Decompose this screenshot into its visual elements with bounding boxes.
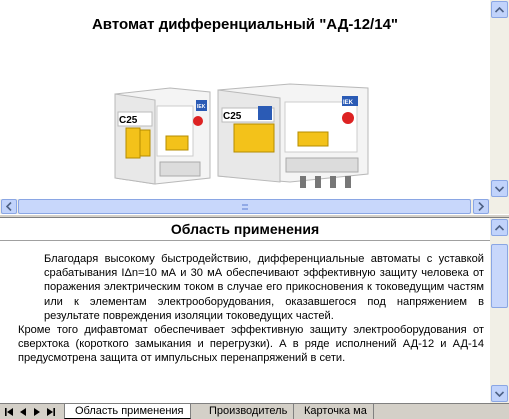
tab-product-card[interactable]: Карточка ма	[294, 404, 374, 419]
prev-tab-button[interactable]	[17, 405, 28, 418]
breaker-right-rating: C25	[223, 111, 242, 122]
scroll-corner	[490, 199, 509, 214]
top-content: Автомат дифференциальный "АД-12/14" C25 …	[0, 0, 490, 199]
breaker-left-rating: C25	[119, 115, 138, 126]
product-photo: C25 IEK C25 IEK	[114, 83, 369, 188]
chevron-up-icon	[495, 6, 504, 13]
sheet-tab-bar: Область применения Производитель Карточк…	[0, 403, 509, 419]
breaker-left: C25 IEK	[114, 87, 211, 185]
chevron-up-icon	[495, 224, 504, 231]
scroll-up-button[interactable]	[491, 1, 508, 18]
breaker-right: C25 IEK	[217, 83, 369, 188]
scroll-down-button[interactable]	[491, 180, 508, 197]
first-tab-button[interactable]	[3, 405, 14, 418]
top-vertical-scrollbar[interactable]	[490, 0, 509, 199]
paragraph: Кроме того дифавтомат обеспечивает эффек…	[18, 324, 484, 365]
top-horizontal-scrollbar[interactable]	[0, 199, 490, 214]
chevron-left-icon	[6, 202, 12, 211]
tab-manufacturer[interactable]: Производитель	[199, 404, 295, 419]
chevron-right-icon	[478, 202, 484, 211]
paragraph: Благодаря высокому быстродействию, диффе…	[44, 253, 484, 322]
next-tab-button[interactable]	[31, 405, 42, 418]
first-icon	[4, 407, 13, 416]
breaker-right-brand: IEK	[343, 100, 354, 106]
scroll-down-button[interactable]	[491, 385, 508, 402]
horizontal-scroll-thumb[interactable]	[18, 199, 471, 214]
tab-area-of-application[interactable]: Область применения	[64, 404, 191, 419]
last-tab-button[interactable]	[45, 405, 56, 418]
bottom-vertical-scrollbar[interactable]	[490, 218, 509, 403]
description-text: Благодаря высокому быстродействию, диффе…	[18, 252, 484, 366]
vertical-scroll-thumb[interactable]	[491, 244, 508, 308]
scroll-up-button[interactable]	[491, 219, 508, 236]
next-icon	[33, 407, 40, 416]
chevron-down-icon	[495, 390, 504, 397]
grip-icon	[241, 204, 248, 209]
breaker-left-brand: IEK	[197, 104, 206, 110]
chevron-down-icon	[495, 185, 504, 192]
bottom-pane: Область применения Благодаря высокому бы…	[0, 218, 509, 403]
scroll-left-button[interactable]	[1, 199, 17, 214]
section-title: Область применения	[0, 220, 490, 241]
top-pane: Автомат дифференциальный "АД-12/14" C25 …	[0, 0, 509, 214]
scroll-right-button[interactable]	[473, 199, 489, 214]
last-icon	[46, 407, 55, 416]
product-title: Автомат дифференциальный "АД-12/14"	[91, 16, 399, 33]
prev-icon	[19, 407, 26, 416]
